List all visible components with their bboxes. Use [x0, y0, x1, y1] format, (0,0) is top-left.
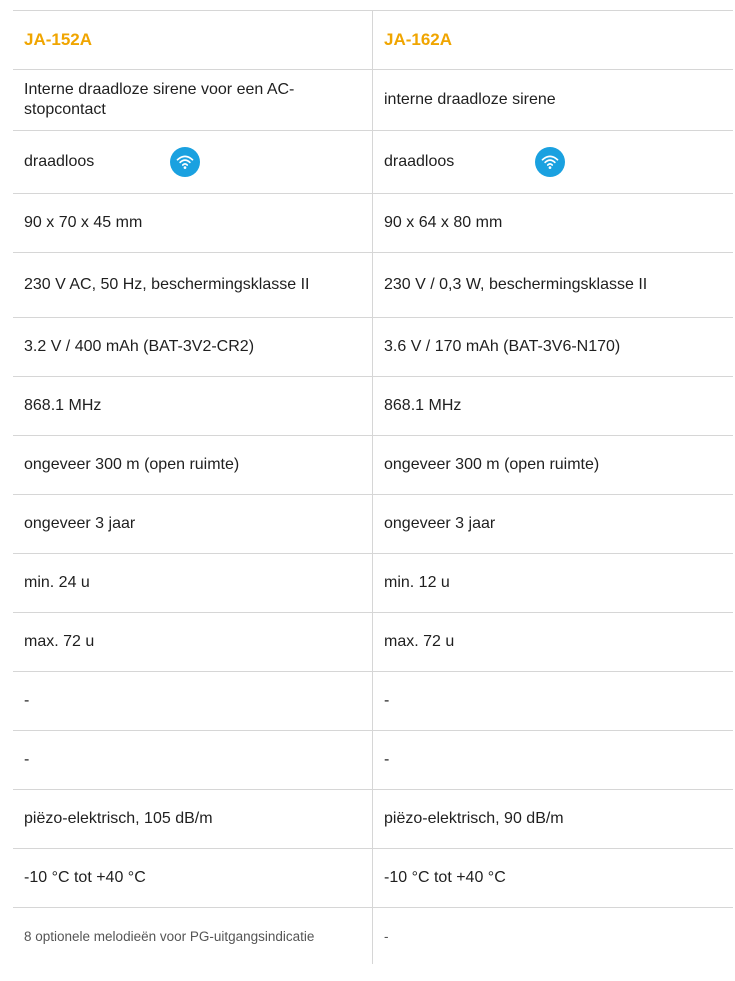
cell: -: [384, 751, 390, 768]
cell: ongeveer 3 jaar: [13, 495, 373, 553]
cell: 3.2 V / 400 mAh (BAT-3V2-CR2): [13, 318, 373, 376]
table-row: Interne draadloze sirene voor een AC-sto…: [13, 70, 733, 131]
cell: 3.6 V / 170 mAh (BAT-3V6-N170): [384, 338, 621, 355]
cell: 230 V / 0,3 W, beschermingsklasse II: [384, 276, 648, 293]
table-row: 868.1 MHz 868.1 MHz: [13, 377, 733, 436]
cell: piëzo-elektrisch, 90 dB/m: [384, 810, 564, 827]
cell: min. 24 u: [13, 554, 373, 612]
cell: 90 x 70 x 45 mm: [13, 194, 373, 252]
cell: -: [13, 731, 373, 789]
table-row: ongeveer 3 jaar ongeveer 3 jaar: [13, 495, 733, 554]
table-row: min. 24 u min. 12 u: [13, 554, 733, 613]
cell: -: [384, 928, 389, 944]
wifi-icon: [170, 147, 200, 177]
cell: ongeveer 3 jaar: [384, 515, 496, 532]
cell: max. 72 u: [384, 633, 455, 650]
table-row: - -: [13, 672, 733, 731]
table-row: ongeveer 300 m (open ruimte) ongeveer 30…: [13, 436, 733, 495]
column-header-ja152a: JA-152A: [13, 11, 373, 69]
cell: interne draadloze sirene: [384, 91, 556, 108]
table-row: 90 x 70 x 45 mm 90 x 64 x 80 mm: [13, 194, 733, 253]
wifi-icon: [535, 147, 565, 177]
table-row: -10 °C tot +40 °C -10 °C tot +40 °C: [13, 849, 733, 908]
cell: -10 °C tot +40 °C: [384, 869, 506, 886]
cell: 868.1 MHz: [384, 397, 462, 414]
cell: -: [13, 672, 373, 730]
cell: 230 V AC, 50 Hz, beschermingsklasse II: [13, 253, 373, 317]
cell: -: [384, 692, 390, 709]
header-row: JA-152A JA-162A: [13, 10, 733, 70]
cell: piëzo-elektrisch, 105 dB/m: [13, 790, 373, 848]
cell: ongeveer 300 m (open ruimte): [13, 436, 373, 494]
cell: 8 optionele melodieën voor PG-uitgangsin…: [13, 908, 373, 964]
cell: Interne draadloze sirene voor een AC-sto…: [13, 70, 373, 130]
cell: -10 °C tot +40 °C: [13, 849, 373, 907]
table-row: draadloos draadloos: [13, 131, 733, 194]
table-row: max. 72 u max. 72 u: [13, 613, 733, 672]
table-row: 3.2 V / 400 mAh (BAT-3V2-CR2) 3.6 V / 17…: [13, 318, 733, 377]
column-header-ja162a: JA-162A: [384, 30, 453, 49]
table-row: 8 optionele melodieën voor PG-uitgangsin…: [13, 908, 733, 964]
comparison-table: JA-152A JA-162A Interne draadloze sirene…: [13, 10, 733, 964]
table-row: 230 V AC, 50 Hz, beschermingsklasse II 2…: [13, 253, 733, 318]
cell: 90 x 64 x 80 mm: [384, 214, 503, 231]
table-row: - -: [13, 731, 733, 790]
cell: 868.1 MHz: [13, 377, 373, 435]
cell: min. 12 u: [384, 574, 450, 591]
cell: max. 72 u: [13, 613, 373, 671]
cell: ongeveer 300 m (open ruimte): [384, 456, 600, 473]
table-row: piëzo-elektrisch, 105 dB/m piëzo-elektri…: [13, 790, 733, 849]
